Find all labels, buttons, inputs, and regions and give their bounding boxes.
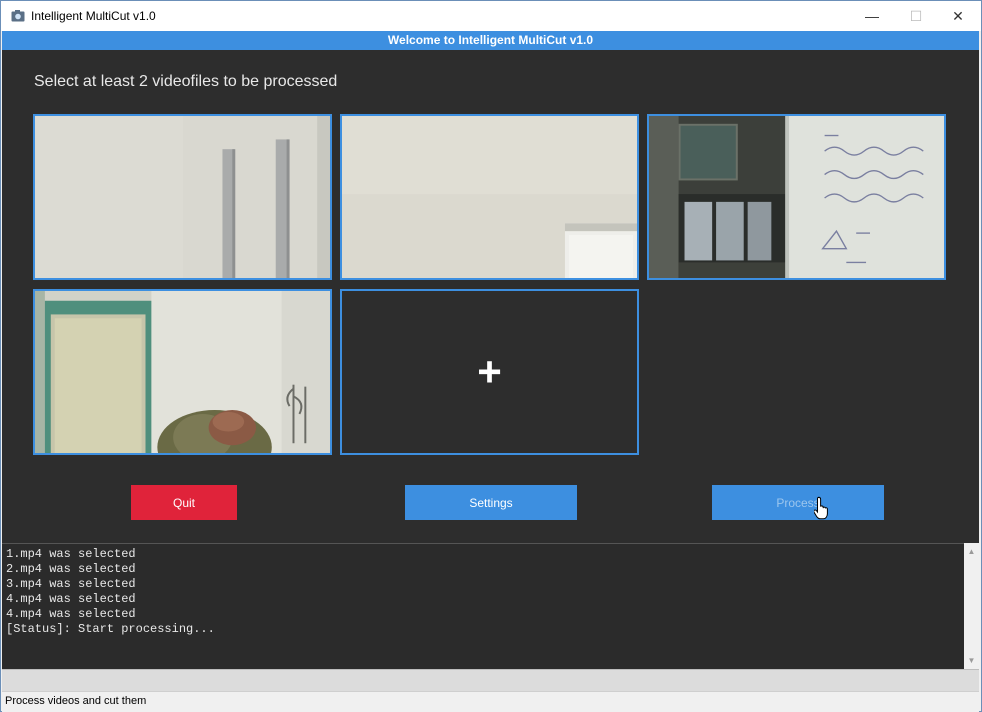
log-console[interactable]: 1.mp4 was selected 2.mp4 was selected 3.… [2, 543, 964, 670]
video-selection-panel: Select at least 2 videofiles to be proce… [2, 50, 979, 543]
settings-button[interactable]: Settings [405, 485, 577, 520]
quit-button[interactable]: Quit [131, 485, 237, 520]
hand-cursor-icon [813, 496, 830, 520]
process-button[interactable]: Process [712, 485, 884, 520]
status-text: Process videos and cut them [5, 695, 147, 707]
minimize-button[interactable]: — [850, 1, 894, 31]
add-video-tile[interactable]: + [340, 289, 639, 455]
instruction-text: Select at least 2 videofiles to be proce… [34, 73, 338, 90]
app-camera-icon [11, 9, 25, 22]
progress-bar [2, 669, 979, 692]
log-line: 4.mp4 was selected [6, 607, 136, 621]
window-title: Intelligent MultiCut v1.0 [31, 9, 156, 23]
title-bar: Intelligent MultiCut v1.0 — ☐ ✕ [1, 1, 981, 31]
maximize-button[interactable]: ☐ [894, 1, 938, 31]
app-window: Intelligent MultiCut v1.0 — ☐ ✕ Welcome … [0, 0, 982, 712]
log-line: 1.mp4 was selected [6, 547, 136, 561]
plus-icon: + [477, 348, 502, 395]
log-line: [Status]: Start processing... [6, 622, 215, 636]
log-line: 4.mp4 was selected [6, 592, 136, 606]
status-bar: Process videos and cut them [2, 691, 979, 712]
scroll-up-icon[interactable]: ▲ [964, 544, 979, 559]
welcome-banner: Welcome to Intelligent MultiCut v1.0 [2, 31, 979, 50]
scroll-track[interactable] [966, 560, 977, 652]
log-scrollbar[interactable]: ▲ ▼ [964, 543, 979, 669]
log-line: 3.mp4 was selected [6, 577, 136, 591]
video-thumbnail-3[interactable] [647, 114, 946, 280]
scroll-down-icon[interactable]: ▼ [964, 653, 979, 668]
video-thumbnail-1[interactable] [33, 114, 332, 280]
video-thumbnail-2[interactable] [340, 114, 639, 280]
video-thumbnail-4[interactable] [33, 289, 332, 455]
log-line: 2.mp4 was selected [6, 562, 136, 576]
close-button[interactable]: ✕ [936, 1, 980, 31]
